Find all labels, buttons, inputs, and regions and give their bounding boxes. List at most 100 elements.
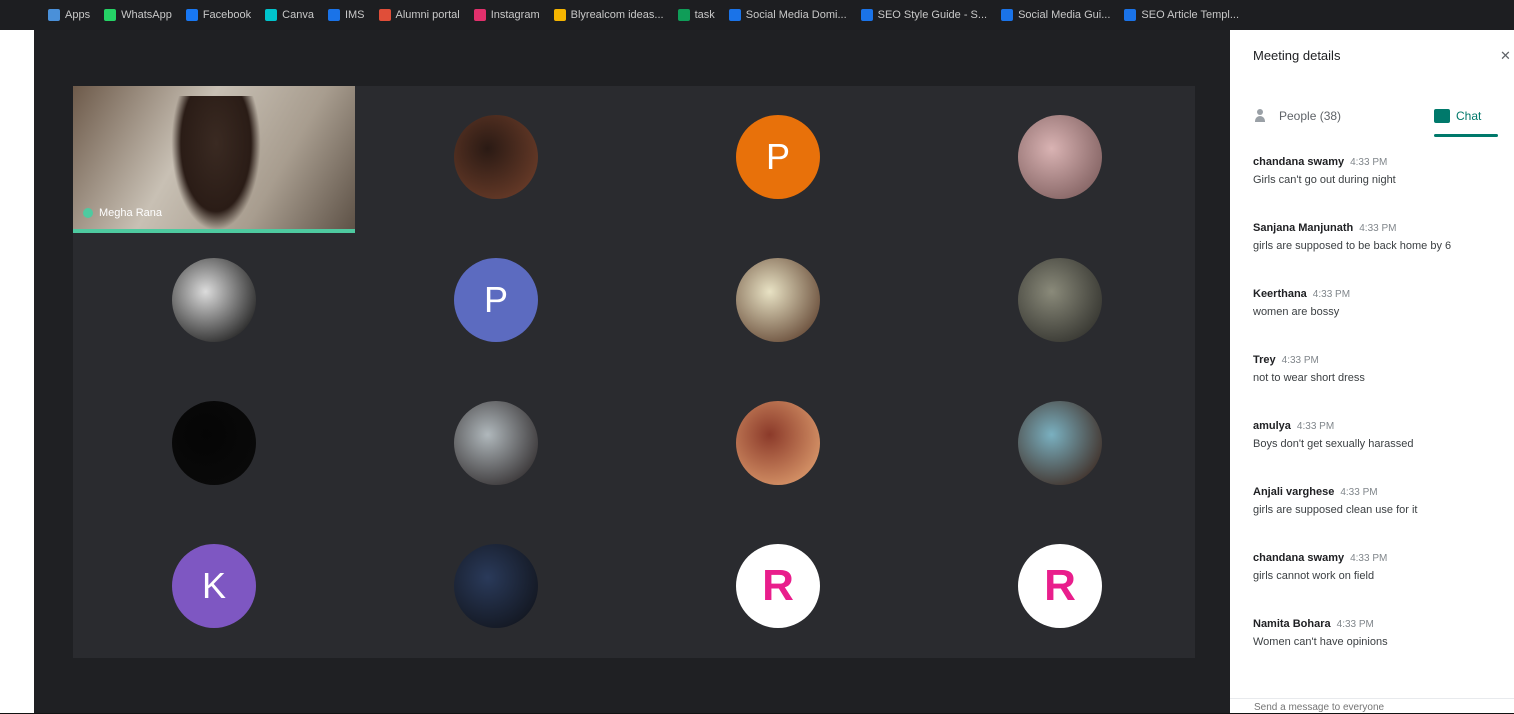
chat-timestamp: 4:33 PM xyxy=(1350,553,1388,564)
bookmark-label: IMS xyxy=(344,9,365,21)
chat-icon xyxy=(1434,109,1450,123)
close-panel-button[interactable]: ✕ xyxy=(1500,48,1511,64)
bookmark-item[interactable]: Social Media Gui... xyxy=(1001,9,1110,21)
participant-photo-avatar xyxy=(172,258,256,342)
participant-tile[interactable]: R xyxy=(919,515,1201,658)
bookmark-item[interactable]: Canva xyxy=(265,9,314,21)
bookmark-label: Blyrealcom ideas... xyxy=(570,9,664,21)
chat-message-header: Sanjana Manjunath 4:33 PM xyxy=(1253,222,1503,234)
participant-name-tag: Megha Rana xyxy=(83,207,162,219)
bookmark-item[interactable]: Facebook xyxy=(185,9,251,21)
bookmark-item[interactable]: Instagram xyxy=(473,9,540,21)
avatar-initial: K xyxy=(201,565,226,606)
bookmark-favicon-icon xyxy=(48,9,60,21)
bookmark-label: SEO Style Guide - S... xyxy=(877,9,988,21)
bookmark-favicon-icon xyxy=(378,9,391,21)
participant-initial-avatar: P xyxy=(736,115,820,199)
chat-message: Namita Bohara 4:33 PM Women can't have opi… xyxy=(1253,618,1503,684)
chat-sender: chandana swamy xyxy=(1253,156,1345,168)
participant-photo-avatar xyxy=(1018,401,1102,485)
participant-tile[interactable] xyxy=(355,86,637,229)
chat-text: Women can't have opinions xyxy=(1253,636,1388,648)
bookmark-favicon-icon xyxy=(104,9,117,21)
bookmark-item[interactable]: Apps xyxy=(48,9,90,21)
chat-timestamp: 4:33 PM xyxy=(1340,487,1378,498)
chat-messages: chandana swamy 4:33 PM Girls can't go out … xyxy=(1253,156,1503,684)
tab-people-label: People (38) xyxy=(1279,109,1342,123)
participant-tile[interactable] xyxy=(919,372,1201,515)
meeting-stage: Megha Rana P P K R R xyxy=(34,30,1230,713)
participant-grid: Megha Rana P P K R R xyxy=(73,86,1195,658)
participant-name: Megha Rana xyxy=(99,207,162,219)
bookmark-label: Apps xyxy=(65,9,91,21)
chat-message-input[interactable] xyxy=(1252,701,1476,714)
chat-message: Trey 4:33 PM not to wear short dress xyxy=(1253,354,1503,420)
participant-tile[interactable] xyxy=(919,86,1201,229)
bookmark-item[interactable]: Social Media Domi... xyxy=(728,9,847,21)
bookmark-item[interactable]: Blyrealcom ideas... xyxy=(553,9,664,21)
participant-tile[interactable]: R xyxy=(637,515,919,658)
people-icon xyxy=(1255,109,1273,123)
participant-tile[interactable]: P xyxy=(637,86,919,229)
chat-message: chandana swamy 4:33 PM Girls can't go out … xyxy=(1253,156,1503,222)
tab-people[interactable]: People (38) xyxy=(1255,96,1341,136)
participant-logo-avatar: R xyxy=(1018,544,1102,628)
bookmark-favicon-icon xyxy=(728,9,741,21)
bookmark-item[interactable]: task xyxy=(677,9,715,21)
bookmark-favicon-icon xyxy=(553,9,566,21)
tab-chat-label: Chat xyxy=(1456,109,1482,123)
participant-photo-avatar xyxy=(454,115,538,199)
bookmark-favicon-icon xyxy=(327,9,340,21)
bookmark-label: task xyxy=(694,9,715,21)
participant-tile[interactable]: K xyxy=(73,515,355,658)
chat-sender: chandana swamy xyxy=(1253,552,1345,564)
chat-message-header: amulya 4:33 PM xyxy=(1253,420,1503,432)
bookmark-item[interactable]: IMS xyxy=(327,9,365,21)
chat-sender: Keerthana xyxy=(1253,288,1307,300)
speaker-silhouette xyxy=(171,96,261,229)
chat-timestamp: 4:33 PM xyxy=(1296,421,1335,432)
chat-text: women are bossy xyxy=(1253,306,1340,318)
bookmark-item[interactable]: SEO Article Templ... xyxy=(1124,9,1239,21)
chat-message-header: chandana swamy 4:33 PM xyxy=(1253,156,1503,168)
panel-title: Meeting details xyxy=(1253,48,1341,63)
participant-photo-avatar xyxy=(1018,258,1102,342)
logo-mark: R xyxy=(762,561,794,610)
bookmark-favicon-icon xyxy=(473,9,486,21)
bookmark-item[interactable]: Alumni portal xyxy=(378,9,460,21)
chat-timestamp: 4:33 PM xyxy=(1359,223,1397,234)
participant-video: Megha Rana xyxy=(73,86,355,229)
bookmark-favicon-icon xyxy=(1001,9,1014,21)
bookmarks-bar: Apps WhatsApp Facebook Canva IMS Alumni porta… xyxy=(0,0,1514,30)
chat-message: Sanjana Manjunath 4:33 PM girls are suppos… xyxy=(1253,222,1503,288)
chat-timestamp: 4:33 PM xyxy=(1350,157,1388,168)
chat-text: Boys don't get sexually harassed xyxy=(1253,438,1414,450)
bookmark-favicon-icon xyxy=(185,9,198,21)
participant-tile[interactable] xyxy=(355,372,637,515)
chat-composer xyxy=(1230,698,1514,714)
participant-tile[interactable] xyxy=(637,229,919,372)
participant-tile[interactable] xyxy=(73,229,355,372)
participant-logo-avatar: R xyxy=(736,544,820,628)
participant-tile[interactable] xyxy=(919,229,1201,372)
participant-tile[interactable] xyxy=(637,372,919,515)
bookmark-favicon-icon xyxy=(1124,9,1137,21)
bookmark-item[interactable]: WhatsApp xyxy=(104,9,172,21)
tab-chat[interactable]: Chat xyxy=(1434,96,1498,137)
chat-sender: Namita Bohara xyxy=(1253,618,1331,630)
participant-tile[interactable]: Megha Rana xyxy=(73,86,355,233)
bookmark-label: Canva xyxy=(282,9,314,21)
participant-tile[interactable] xyxy=(73,372,355,515)
participant-photo-avatar xyxy=(454,544,538,628)
participant-tile[interactable]: P xyxy=(355,229,637,372)
participant-photo-avatar xyxy=(736,401,820,485)
bookmark-label: Instagram xyxy=(490,9,540,21)
chat-text: girls cannot work on field xyxy=(1253,570,1375,582)
left-window-edge xyxy=(0,30,34,713)
bookmark-item[interactable]: SEO Style Guide - S... xyxy=(860,9,988,21)
participant-photo-avatar xyxy=(1018,115,1102,199)
chat-sender: Sanjana Manjunath xyxy=(1253,222,1354,234)
participant-tile[interactable] xyxy=(355,515,637,658)
speaking-indicator-icon xyxy=(83,208,93,218)
chat-sender: Anjali varghese xyxy=(1253,486,1335,498)
